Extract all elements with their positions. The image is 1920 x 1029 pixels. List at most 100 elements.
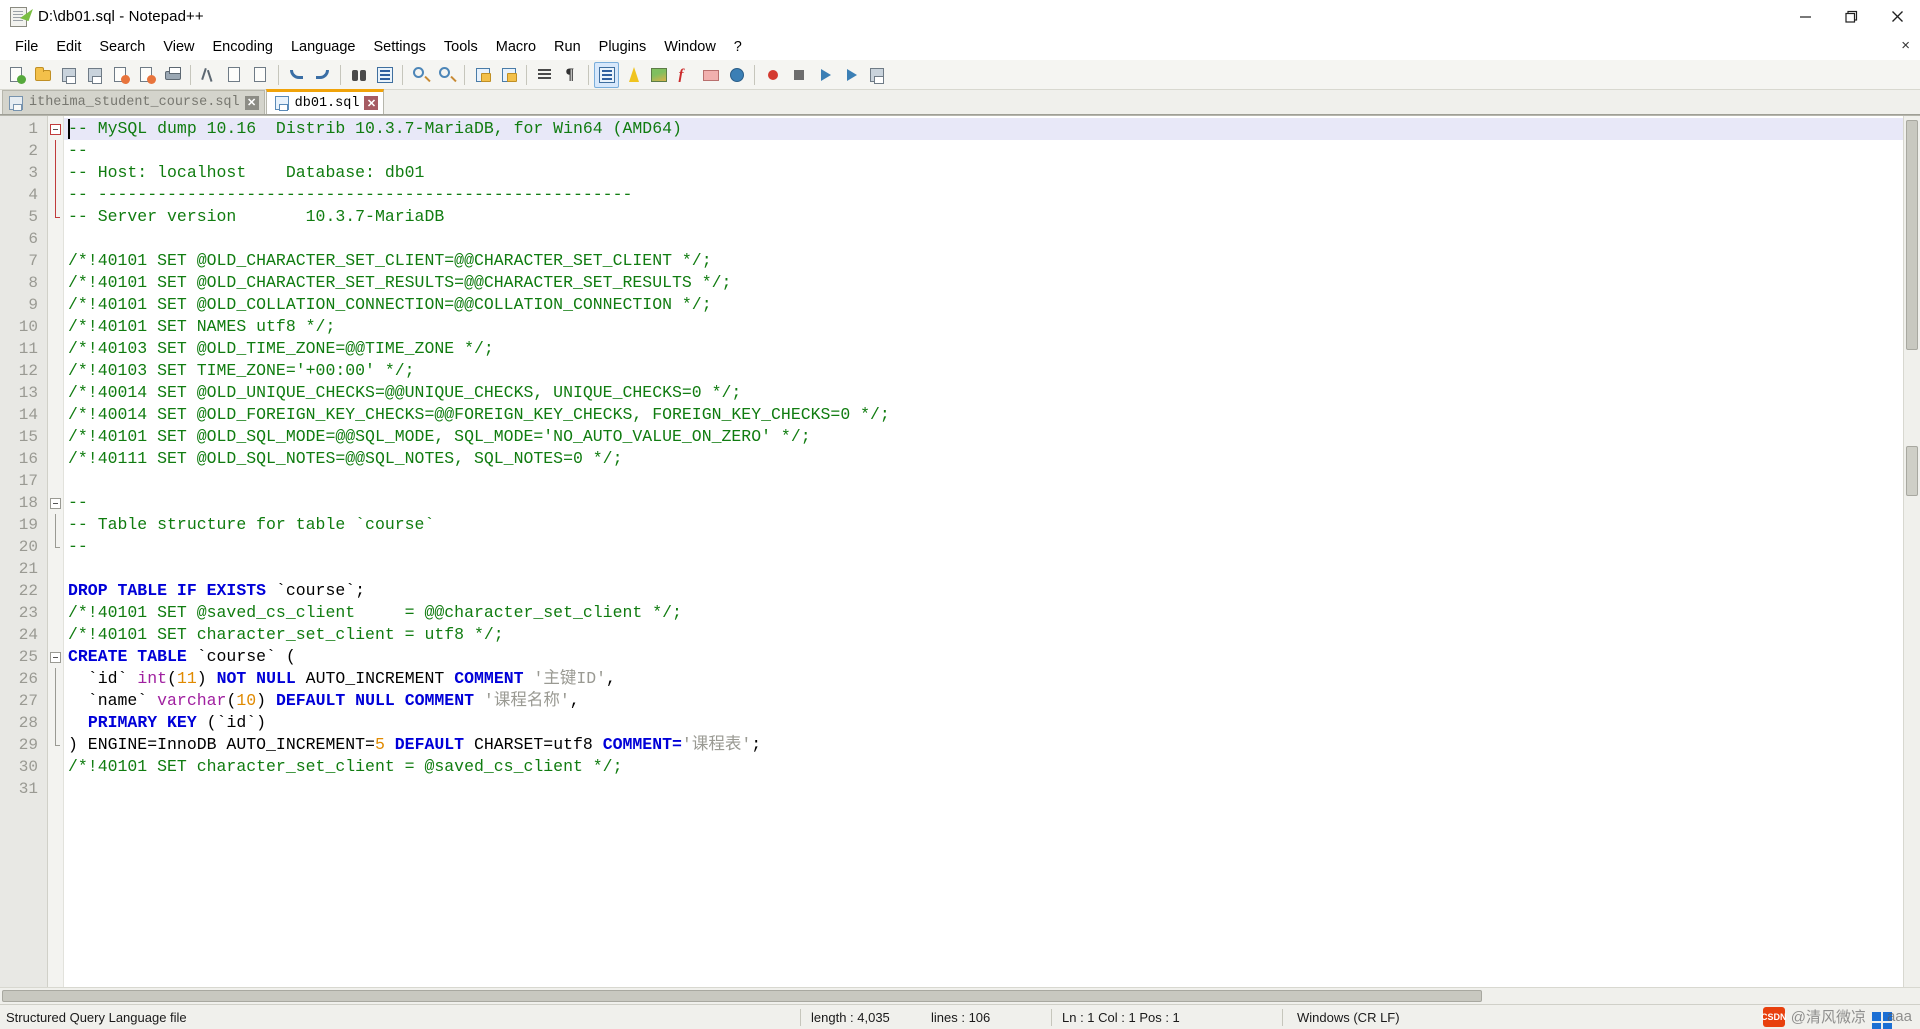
fold-marker-row[interactable]	[48, 470, 63, 492]
horizontal-scrollbar[interactable]	[0, 987, 1920, 1004]
fold-marker-row[interactable]	[48, 404, 63, 426]
code-line[interactable]: /*!40103 SET @OLD_TIME_ZONE=@@TIME_ZONE …	[64, 338, 1903, 360]
fold-marker-row[interactable]	[48, 734, 63, 756]
close-all-icon[interactable]	[134, 62, 159, 88]
code-line[interactable]: /*!40101 SET @OLD_SQL_MODE=@@SQL_MODE, S…	[64, 426, 1903, 448]
code-line[interactable]: -- Server version 10.3.7-MariaDB	[64, 206, 1903, 228]
code-text-area[interactable]: -- MySQL dump 10.16 Distrib 10.3.7-Maria…	[64, 116, 1903, 987]
fold-marker-row[interactable]	[48, 426, 63, 448]
code-line[interactable]: /*!40014 SET @OLD_UNIQUE_CHECKS=@@UNIQUE…	[64, 382, 1903, 404]
fold-marker-row[interactable]	[48, 712, 63, 734]
code-line[interactable]: `id` int(11) NOT NULL AUTO_INCREMENT COM…	[64, 668, 1903, 690]
function-list-icon[interactable]: f	[672, 62, 697, 88]
new-file-icon[interactable]	[4, 62, 29, 88]
tab-db01-sql[interactable]: db01.sql ✕	[265, 89, 385, 114]
code-line[interactable]: /*!40101 SET @saved_cs_client = @@charac…	[64, 602, 1903, 624]
fold-marker-row[interactable]	[48, 514, 63, 536]
close-document-button[interactable]: ×	[1901, 37, 1910, 54]
fold-marker-row[interactable]	[48, 316, 63, 338]
macro-run-multiple-icon[interactable]	[838, 62, 863, 88]
code-line[interactable]: --	[64, 492, 1903, 514]
fold-marker-row[interactable]	[48, 250, 63, 272]
indent-guide-icon[interactable]	[594, 61, 619, 88]
horizontal-scrollbar-thumb[interactable]	[2, 990, 1482, 1002]
fold-marker-row[interactable]	[48, 360, 63, 382]
vertical-scrollbar[interactable]	[1903, 116, 1920, 987]
fold-collapse-icon[interactable]	[50, 124, 61, 135]
code-line[interactable]: /*!40111 SET @OLD_SQL_NOTES=@@SQL_NOTES,…	[64, 448, 1903, 470]
menu-macro[interactable]: Macro	[487, 36, 545, 59]
fold-marker-row[interactable]	[48, 558, 63, 580]
menu-file[interactable]: File	[6, 36, 47, 59]
fold-marker-row[interactable]	[48, 228, 63, 250]
sync-vertical-icon[interactable]	[470, 62, 495, 88]
menu-encoding[interactable]: Encoding	[204, 36, 282, 59]
code-line[interactable]: `name` varchar(10) DEFAULT NULL COMMENT …	[64, 690, 1903, 712]
fold-marker-row[interactable]	[48, 140, 63, 162]
fold-collapse-icon[interactable]	[50, 498, 61, 509]
tab-close-icon[interactable]: ✕	[244, 95, 259, 110]
menu-search[interactable]: Search	[90, 36, 154, 59]
zoom-out-icon[interactable]	[434, 62, 459, 88]
macro-save-icon[interactable]	[864, 62, 889, 88]
code-line[interactable]: --	[64, 140, 1903, 162]
menu-window[interactable]: Window	[655, 36, 725, 59]
menu-edit[interactable]: Edit	[47, 36, 90, 59]
maximize-button[interactable]	[1828, 0, 1874, 34]
fold-collapse-icon[interactable]	[50, 652, 61, 663]
save-icon[interactable]	[56, 62, 81, 88]
open-file-icon[interactable]	[30, 62, 55, 88]
find-icon[interactable]	[346, 62, 371, 88]
fold-marker-row[interactable]	[48, 206, 63, 228]
code-line[interactable]: /*!40014 SET @OLD_FOREIGN_KEY_CHECKS=@@F…	[64, 404, 1903, 426]
code-line[interactable]	[64, 778, 1903, 800]
code-line[interactable]: /*!40101 SET @OLD_COLLATION_CONNECTION=@…	[64, 294, 1903, 316]
vertical-scrollbar-thumb[interactable]	[1906, 120, 1918, 350]
menu-settings[interactable]: Settings	[364, 36, 434, 59]
fold-marker-row[interactable]	[48, 778, 63, 800]
code-line[interactable]: CREATE TABLE `course` (	[64, 646, 1903, 668]
code-line[interactable]: /*!40101 SET @OLD_CHARACTER_SET_CLIENT=@…	[64, 250, 1903, 272]
monitoring-icon[interactable]	[724, 62, 749, 88]
macro-stop-icon[interactable]	[786, 62, 811, 88]
tab-itheima-student-course-sql[interactable]: itheima_student_course.sql ✕	[2, 90, 265, 114]
fold-marker-row[interactable]	[48, 624, 63, 646]
code-line[interactable]: PRIMARY KEY (`id`)	[64, 712, 1903, 734]
fold-marker-row[interactable]	[48, 668, 63, 690]
replace-icon[interactable]	[372, 62, 397, 88]
fold-marker-row[interactable]	[48, 492, 63, 514]
print-icon[interactable]	[160, 62, 185, 88]
folder-workspace-icon[interactable]	[698, 62, 723, 88]
code-line[interactable]: /*!40101 SET character_set_client = @sav…	[64, 756, 1903, 778]
menu-plugins[interactable]: Plugins	[590, 36, 656, 59]
fold-marker-row[interactable]	[48, 272, 63, 294]
fold-marker-row[interactable]	[48, 162, 63, 184]
menu-tools[interactable]: Tools	[435, 36, 487, 59]
zoom-in-icon[interactable]	[408, 62, 433, 88]
fold-marker-row[interactable]	[48, 756, 63, 778]
fold-marker-row[interactable]	[48, 448, 63, 470]
document-map-icon[interactable]	[646, 62, 671, 88]
word-wrap-icon[interactable]	[532, 62, 557, 88]
fold-marker-row[interactable]	[48, 184, 63, 206]
user-defined-language-icon[interactable]	[620, 62, 645, 88]
fold-marker-row[interactable]	[48, 294, 63, 316]
code-line[interactable]: --	[64, 536, 1903, 558]
save-all-icon[interactable]	[82, 62, 107, 88]
code-line[interactable]: -- Host: localhost Database: db01	[64, 162, 1903, 184]
code-folding-margin[interactable]	[48, 116, 64, 987]
menu-help[interactable]: ?	[725, 36, 751, 59]
fold-marker-row[interactable]	[48, 646, 63, 668]
menu-run[interactable]: Run	[545, 36, 590, 59]
fold-marker-row[interactable]	[48, 536, 63, 558]
code-line[interactable]: DROP TABLE IF EXISTS `course`;	[64, 580, 1903, 602]
fold-marker-row[interactable]	[48, 602, 63, 624]
vertical-scrollbar-marker[interactable]	[1906, 446, 1918, 496]
menu-view[interactable]: View	[154, 36, 203, 59]
sync-horizontal-icon[interactable]	[496, 62, 521, 88]
menu-language[interactable]: Language	[282, 36, 365, 59]
copy-icon[interactable]	[222, 62, 247, 88]
code-line[interactable]: ) ENGINE=InnoDB AUTO_INCREMENT=5 DEFAULT…	[64, 734, 1903, 756]
fold-marker-row[interactable]	[48, 382, 63, 404]
code-line[interactable]: -- -------------------------------------…	[64, 184, 1903, 206]
